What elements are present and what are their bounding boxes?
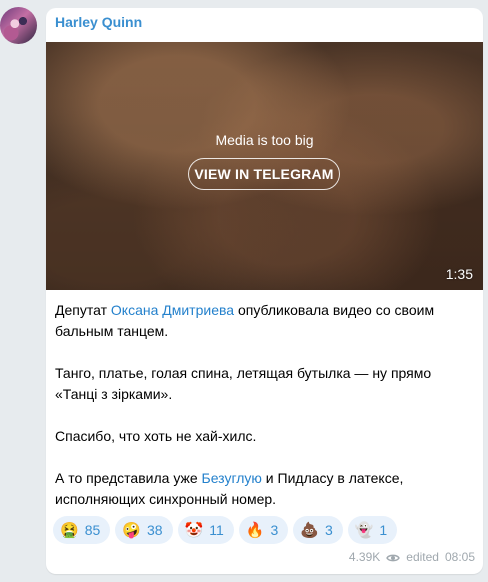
reaction-count: 85 bbox=[84, 522, 101, 538]
reaction-ghost[interactable]: 👻 1 bbox=[347, 516, 398, 544]
reaction-zany[interactable]: 🤪 38 bbox=[115, 516, 173, 544]
paragraph-4: А то представила уже Безуглую и Пидласу … bbox=[55, 470, 404, 507]
paragraph-3: Спасибо, что хоть не хай-хилс. bbox=[55, 428, 257, 444]
avatar[interactable] bbox=[0, 7, 37, 44]
post-time: 08:05 bbox=[444, 550, 475, 564]
video-preview[interactable]: Media is too big VIEW IN TELEGRAM 1:35 bbox=[46, 42, 483, 290]
message-text: Депутат Оксана Дмитриева опубликовала ви… bbox=[55, 300, 475, 510]
reaction-count: 1 bbox=[379, 522, 388, 538]
reaction-vomit[interactable]: 🤮 85 bbox=[53, 516, 111, 544]
media-too-big-note: Media is too big bbox=[215, 132, 314, 148]
vomit-face-icon: 🤮 bbox=[60, 521, 79, 539]
author-name[interactable]: Harley Quinn bbox=[55, 14, 142, 30]
paragraph-1: Депутат Оксана Дмитриева опубликовала ви… bbox=[55, 302, 435, 339]
view-in-telegram-button[interactable]: VIEW IN TELEGRAM bbox=[188, 158, 340, 190]
reaction-count: 11 bbox=[209, 522, 224, 538]
reaction-count: 3 bbox=[270, 522, 279, 538]
clown-face-icon: 🤡 bbox=[184, 521, 204, 539]
video-duration: 1:35 bbox=[445, 266, 473, 282]
reaction-clown[interactable]: 🤡 11 bbox=[177, 516, 234, 544]
paragraph-2: Танго, платье, голая спина, летящая буты… bbox=[55, 365, 432, 402]
zany-face-icon: 🤪 bbox=[122, 521, 141, 539]
reaction-count: 3 bbox=[324, 522, 333, 538]
reaction-poop[interactable]: 💩 3 bbox=[293, 516, 343, 544]
reaction-count: 38 bbox=[146, 522, 163, 538]
mention-link-bezuglaya[interactable]: Безуглую bbox=[202, 470, 262, 486]
message-footer: 4.39K edited 08:05 bbox=[349, 550, 475, 564]
channel-post: Harley Quinn Media is too big VIEW IN TE… bbox=[0, 0, 488, 582]
mention-link-dmitrieva[interactable]: Оксана Дмитриева bbox=[111, 302, 234, 318]
fire-icon: 🔥 bbox=[245, 521, 265, 539]
reactions-bar: 🤮 85 🤪 38 🤡 11 🔥 3 💩 3 👻 1 bbox=[53, 516, 398, 544]
eye-icon bbox=[386, 552, 401, 562]
message-bubble: Harley Quinn Media is too big VIEW IN TE… bbox=[46, 8, 483, 574]
ghost-icon: 👻 bbox=[354, 521, 374, 539]
view-count: 4.39K bbox=[348, 550, 381, 564]
poop-icon: 💩 bbox=[300, 521, 319, 539]
reaction-fire[interactable]: 🔥 3 bbox=[238, 516, 289, 544]
edited-label: edited bbox=[406, 550, 439, 564]
